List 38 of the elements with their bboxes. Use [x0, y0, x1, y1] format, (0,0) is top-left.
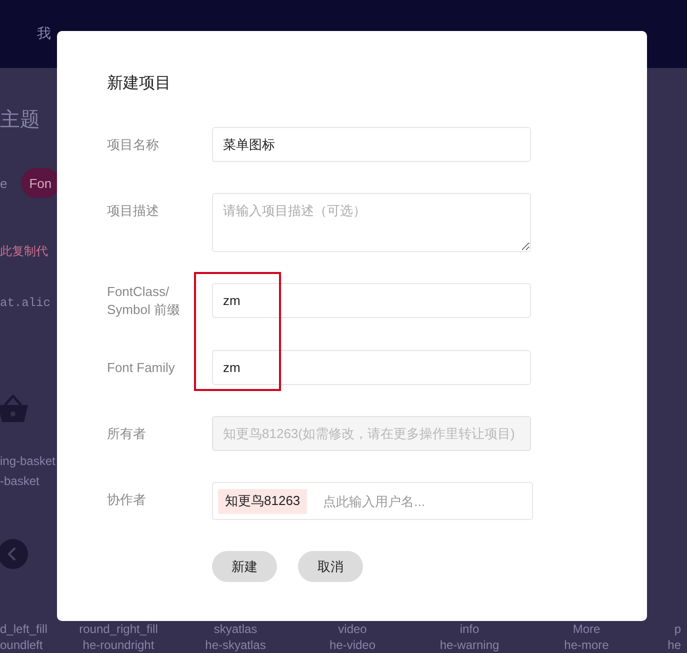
tab[interactable]: Fon	[21, 168, 60, 198]
field-label: Font Family	[107, 358, 175, 377]
copy-hint: 此复制代	[0, 243, 48, 260]
text-field[interactable]: zm	[212, 283, 531, 318]
field-label: 项目名称	[107, 136, 159, 154]
code-url: at.alic	[0, 296, 50, 310]
icon-name: skyatlas	[212, 621, 258, 637]
field-label: 所有者	[107, 424, 146, 442]
icon-class: he-skyatlas	[204, 637, 267, 653]
previous-button[interactable]	[0, 539, 28, 569]
icon-name: d_left_fill	[0, 621, 48, 637]
icon-name: video	[337, 621, 368, 637]
icon-class: he-warning	[438, 637, 500, 653]
icon-name: p	[673, 621, 681, 637]
field-label: 协作者	[107, 490, 146, 508]
nav-item[interactable]: 我	[37, 25, 51, 43]
field-label: FontClass/ Symbol 前缀	[107, 283, 180, 319]
icon-name: -basket	[0, 474, 40, 488]
icon-class: he-more	[563, 637, 610, 653]
dialog-title: 新建项目	[107, 74, 172, 94]
collaborator-field[interactable]: 知更鸟81263 点此输入用户名...	[212, 482, 533, 520]
field-label: 项目描述	[107, 202, 159, 220]
description-field[interactable]: 请输入项目描述（可选）	[212, 193, 531, 252]
icon-class: he-roundright	[82, 637, 156, 653]
text-field[interactable]: 菜单图标	[212, 127, 531, 162]
icon-class: he	[666, 637, 681, 653]
icon-name: ing-basket	[0, 454, 56, 468]
text-field[interactable]: zm	[212, 350, 531, 385]
icon-name: round_right_fill	[78, 621, 159, 637]
tab[interactable]: e	[0, 168, 8, 198]
icon-name: info	[458, 621, 480, 637]
user-tag: 知更鸟81263	[218, 488, 308, 514]
page-heading: 主题	[0, 108, 40, 133]
icon-class: oundleft	[0, 637, 44, 653]
icon-class: he-video	[328, 637, 377, 653]
create-button[interactable]: 新建	[212, 551, 277, 582]
icon-name: More	[572, 621, 602, 637]
cancel-button[interactable]: 取消	[298, 551, 363, 582]
